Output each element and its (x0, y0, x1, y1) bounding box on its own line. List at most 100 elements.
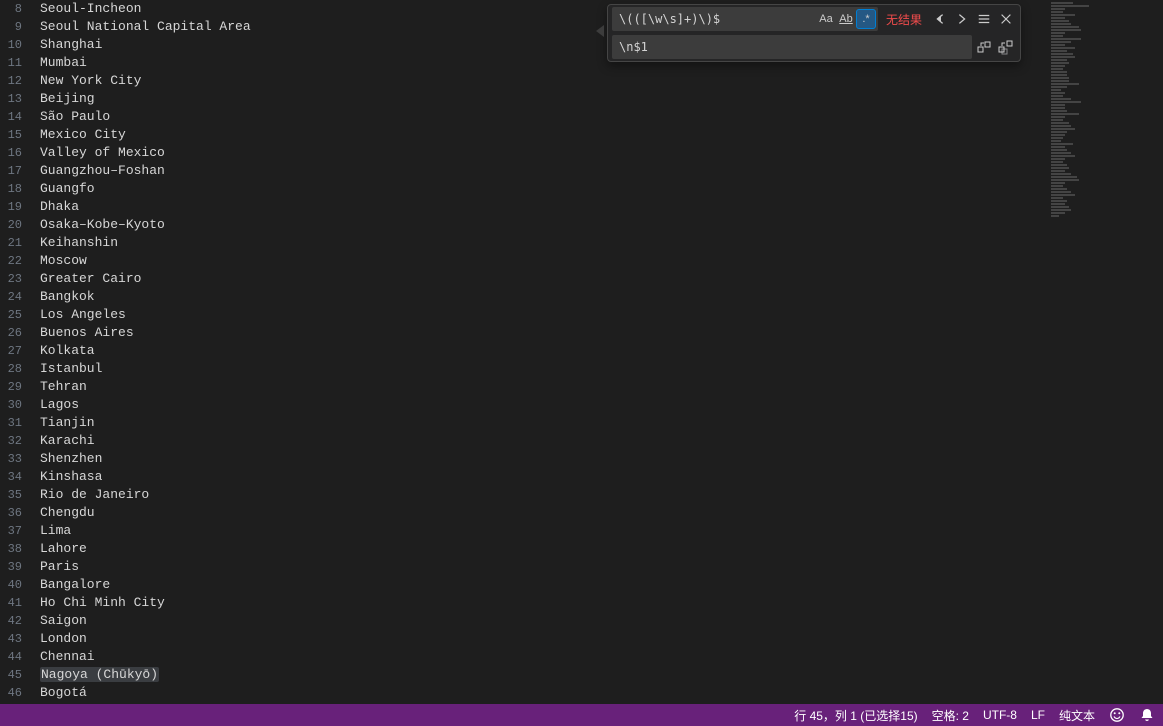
minimap-line (1051, 92, 1065, 94)
line-number: 10 (0, 36, 36, 54)
line-number: 33 (0, 450, 36, 468)
code-line[interactable]: Lima (40, 522, 1163, 540)
minimap-line (1051, 143, 1073, 145)
replace-one-button[interactable] (974, 37, 994, 57)
match-case-toggle[interactable]: Aa (816, 9, 836, 29)
minimap-line (1051, 71, 1067, 73)
minimap-line (1051, 182, 1065, 184)
code-line[interactable]: New York City (40, 72, 1163, 90)
code-line[interactable]: Karachi (40, 432, 1163, 450)
code-line[interactable]: Moscow (40, 252, 1163, 270)
editor-area[interactable]: 8910111213141516171819202122232425262728… (0, 0, 1163, 704)
code-line[interactable]: Tehran (40, 378, 1163, 396)
notifications-bell-icon[interactable] (1139, 704, 1155, 726)
code-line[interactable]: São Paulo (40, 108, 1163, 126)
replace-all-button[interactable] (996, 37, 1016, 57)
line-number: 36 (0, 504, 36, 522)
line-number: 27 (0, 342, 36, 360)
code-line[interactable]: Ho Chi Minh City (40, 594, 1163, 612)
minimap-line (1051, 185, 1063, 187)
minimap-line (1051, 113, 1079, 115)
status-eol[interactable]: LF (1031, 704, 1045, 726)
line-number: 25 (0, 306, 36, 324)
code-line[interactable]: Guangfo (40, 180, 1163, 198)
line-number: 29 (0, 378, 36, 396)
code-line[interactable]: Greater Cairo (40, 270, 1163, 288)
status-language-mode[interactable]: 纯文本 (1059, 704, 1095, 726)
code-line[interactable]: Valley of Mexico (40, 144, 1163, 162)
minimap-line (1051, 83, 1079, 85)
minimap-line (1051, 11, 1063, 13)
line-number: 18 (0, 180, 36, 198)
minimap-line (1051, 134, 1065, 136)
minimap-line (1051, 2, 1073, 4)
code-line[interactable]: Lagos (40, 396, 1163, 414)
code-line[interactable]: Dhaka (40, 198, 1163, 216)
minimap-line (1051, 38, 1081, 40)
code-line[interactable]: Istanbul (40, 360, 1163, 378)
minimap-line (1051, 161, 1063, 163)
find-in-selection-button[interactable] (974, 9, 994, 29)
minimap-line (1051, 170, 1065, 172)
minimap-line (1051, 200, 1067, 202)
feedback-smiley-icon[interactable] (1109, 704, 1125, 726)
toggle-replace-arrow[interactable] (596, 25, 604, 37)
line-number: 16 (0, 144, 36, 162)
code-line[interactable]: Bangkok (40, 288, 1163, 306)
code-line[interactable]: Tianjin (40, 414, 1163, 432)
minimap-line (1051, 41, 1071, 43)
line-number: 19 (0, 198, 36, 216)
regex-toggle[interactable]: .* (856, 9, 876, 29)
next-match-button[interactable] (952, 9, 972, 29)
code-line[interactable]: Bangalore (40, 576, 1163, 594)
line-number: 42 (0, 612, 36, 630)
line-number: 43 (0, 630, 36, 648)
code-line[interactable]: Paris (40, 558, 1163, 576)
minimap-line (1051, 197, 1063, 199)
close-find-button[interactable] (996, 9, 1016, 29)
code-line[interactable]: Rio de Janeiro (40, 486, 1163, 504)
minimap-line (1051, 137, 1063, 139)
code-line[interactable]: Los Angeles (40, 306, 1163, 324)
code-line[interactable]: London (40, 630, 1163, 648)
find-result-count: 无结果 (886, 11, 922, 28)
code-line[interactable]: Bogotá (40, 684, 1163, 702)
code-content[interactable]: Seoul-IncheonSeoul National Capital Area… (40, 0, 1163, 704)
minimap-line (1051, 98, 1071, 100)
code-line[interactable]: Chengdu (40, 504, 1163, 522)
minimap-line (1051, 164, 1067, 166)
code-line[interactable]: Nagoya (Chūkyō) (40, 666, 1163, 684)
code-line[interactable]: Mexico City (40, 126, 1163, 144)
status-cursor-position[interactable]: 行 45，列 1 (已选择15) (794, 704, 917, 726)
code-line[interactable]: Chennai (40, 648, 1163, 666)
status-encoding[interactable]: UTF-8 (983, 704, 1017, 726)
minimap-line (1051, 167, 1069, 169)
line-number: 22 (0, 252, 36, 270)
code-line[interactable]: Shenzhen (40, 450, 1163, 468)
minimap-line (1051, 80, 1069, 82)
previous-match-button[interactable] (930, 9, 950, 29)
code-line[interactable]: Kolkata (40, 342, 1163, 360)
line-number: 39 (0, 558, 36, 576)
line-number: 11 (0, 54, 36, 72)
minimap-line (1051, 173, 1071, 175)
code-line[interactable]: Osaka–Kobe–Kyoto (40, 216, 1163, 234)
line-number: 30 (0, 396, 36, 414)
code-line[interactable]: Kinshasa (40, 468, 1163, 486)
line-number: 38 (0, 540, 36, 558)
line-number: 24 (0, 288, 36, 306)
minimap[interactable] (1051, 2, 1161, 702)
minimap-line (1051, 35, 1063, 37)
line-number: 26 (0, 324, 36, 342)
code-line[interactable]: Saigon (40, 612, 1163, 630)
code-line[interactable]: Keihanshin (40, 234, 1163, 252)
whole-word-toggle[interactable]: Ab (836, 9, 856, 29)
code-line[interactable]: Guangzhou–Foshan (40, 162, 1163, 180)
code-line[interactable]: Beijing (40, 90, 1163, 108)
line-number: 34 (0, 468, 36, 486)
replace-input[interactable] (612, 35, 972, 59)
status-indentation[interactable]: 空格: 2 (932, 704, 969, 726)
minimap-line (1051, 176, 1077, 178)
code-line[interactable]: Buenos Aires (40, 324, 1163, 342)
code-line[interactable]: Lahore (40, 540, 1163, 558)
